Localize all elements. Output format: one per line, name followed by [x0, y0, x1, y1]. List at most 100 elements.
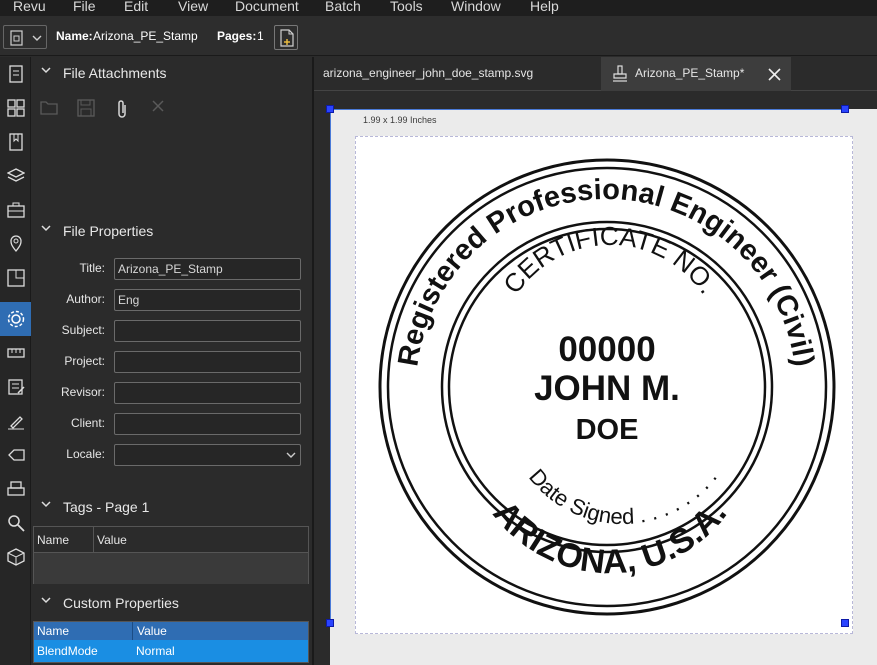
- tab-label: Arizona_PE_Stamp*: [635, 66, 745, 80]
- locale-select[interactable]: [114, 444, 301, 466]
- search-tab[interactable]: [0, 506, 31, 540]
- places-tab[interactable]: [0, 227, 31, 261]
- save-icon[interactable]: [77, 99, 95, 122]
- subject-label: Subject:: [61, 323, 105, 337]
- menu-window[interactable]: Window: [451, 0, 501, 14]
- file-properties-title: File Properties: [63, 223, 154, 239]
- tab-svg-file[interactable]: arizona_engineer_john_doe_stamp.svg: [314, 57, 600, 91]
- chevron-down-icon: [41, 67, 51, 74]
- menu-document[interactable]: Document: [235, 0, 299, 14]
- custom-column-value[interactable]: Value: [137, 624, 167, 638]
- author-field[interactable]: Eng: [114, 289, 301, 311]
- grid-tab[interactable]: [0, 91, 31, 125]
- menu-help[interactable]: Help: [530, 0, 559, 14]
- close-icon[interactable]: [151, 99, 165, 118]
- menu-view[interactable]: View: [178, 0, 208, 14]
- location-pin-icon: [9, 235, 22, 253]
- custom-properties-header-row: Name Value: [34, 622, 308, 640]
- stamp-certificate-text: CERTIFICATE NO.: [497, 221, 723, 299]
- title-field[interactable]: Arizona_PE_Stamp: [114, 258, 301, 280]
- dimension-label: 1.99 x 1.99 Inches: [363, 115, 437, 125]
- ruler-icon: [6, 348, 25, 358]
- tags-column-name[interactable]: Name: [37, 533, 69, 547]
- menu-tools[interactable]: Tools: [390, 0, 423, 14]
- selection-border: [330, 109, 331, 623]
- properties-tab[interactable]: [0, 302, 31, 336]
- layers-icon: [6, 168, 25, 182]
- pe-stamp-seal[interactable]: Registered Professional Engineer (Civil)…: [356, 137, 854, 635]
- tags-column-value[interactable]: Value: [97, 533, 127, 547]
- subject-field[interactable]: [114, 320, 301, 342]
- file-attachments-header[interactable]: File Attachments: [31, 57, 314, 87]
- project-label: Project:: [64, 354, 105, 368]
- resize-handle-bottom-left[interactable]: [326, 619, 334, 627]
- resize-handle-top-left[interactable]: [326, 105, 334, 113]
- printer-icon: [6, 481, 25, 496]
- locale-label: Locale:: [66, 447, 105, 461]
- custom-properties-header[interactable]: Custom Properties: [31, 587, 314, 617]
- file-properties-header[interactable]: File Properties: [31, 215, 314, 245]
- spaces-tab[interactable]: [0, 261, 31, 295]
- tags-tab[interactable]: [0, 438, 31, 472]
- page-canvas[interactable]: 1.99 x 1.99 Inches Registered Profession…: [330, 109, 877, 665]
- client-field[interactable]: [114, 413, 301, 435]
- bookmarks-tab[interactable]: [0, 125, 31, 159]
- tags-table-body: [34, 553, 308, 584]
- pages-label: Pages:: [217, 29, 257, 43]
- toolbox-icon: [6, 202, 25, 218]
- resize-handle-top-right[interactable]: [841, 105, 849, 113]
- tags-table: Name Value: [33, 526, 309, 584]
- thumbnails-icon: [8, 65, 23, 83]
- chevron-down-icon: [286, 452, 296, 458]
- column-divider: [132, 622, 133, 640]
- bookmark-icon: [8, 133, 23, 151]
- signatures-tab[interactable]: [0, 404, 31, 438]
- search-icon: [7, 515, 25, 532]
- tag-icon: [7, 449, 25, 461]
- custom-properties-title: Custom Properties: [63, 595, 179, 611]
- menu-edit[interactable]: Edit: [124, 0, 148, 14]
- grid-icon: [6, 99, 25, 117]
- tab-label: arizona_engineer_john_doe_stamp.svg: [323, 66, 534, 80]
- markups-tab[interactable]: [0, 370, 31, 404]
- document-toolbar: Name: Arizona_PE_Stamp Pages: 1: [0, 16, 877, 56]
- stamp-first-name: JOHN M.: [534, 369, 680, 408]
- tags-title: Tags - Page 1: [63, 499, 150, 515]
- pen-icon: [7, 416, 24, 430]
- project-field[interactable]: [114, 351, 301, 373]
- open-folder-icon[interactable]: [40, 99, 58, 120]
- resize-handle-bottom-right[interactable]: [841, 619, 849, 627]
- left-icon-bar: [0, 57, 31, 665]
- tags-table-header: Name Value: [34, 527, 308, 553]
- layers-tab[interactable]: [0, 159, 31, 193]
- paperclip-icon[interactable]: [115, 99, 129, 124]
- stamp-sheet[interactable]: Registered Professional Engineer (Civil)…: [355, 136, 853, 634]
- name-value: Arizona_PE_Stamp: [93, 29, 198, 43]
- author-label: Author:: [66, 292, 105, 306]
- custom-property-row[interactable]: BlendMode Normal: [34, 640, 308, 662]
- chevron-down-icon: [41, 225, 51, 232]
- revisor-field[interactable]: [114, 382, 301, 404]
- title-label: Title:: [79, 261, 105, 275]
- menu-file[interactable]: File: [73, 0, 96, 14]
- cube-icon: [6, 548, 25, 566]
- custom-property-value[interactable]: Normal: [136, 644, 175, 658]
- menu-revu[interactable]: Revu: [13, 0, 46, 14]
- measurements-tab[interactable]: [0, 336, 31, 370]
- toolchest-tab[interactable]: [0, 193, 31, 227]
- stamp-number: 00000: [558, 330, 655, 369]
- document-viewport[interactable]: 1.99 x 1.99 Inches Registered Profession…: [314, 91, 877, 665]
- tab-arizona-pe-stamp[interactable]: Arizona_PE_Stamp*: [601, 57, 791, 91]
- thumbnails-tab[interactable]: [0, 57, 31, 91]
- 3d-tab[interactable]: [0, 540, 31, 574]
- custom-column-name[interactable]: Name: [37, 624, 69, 638]
- revisor-label: Revisor:: [60, 385, 105, 399]
- tags-header[interactable]: Tags - Page 1: [31, 491, 314, 521]
- menu-bar: Revu File Edit View Document Batch Tools…: [0, 0, 877, 16]
- close-icon[interactable]: [768, 68, 781, 81]
- document-menu-button[interactable]: [3, 25, 47, 49]
- stamps-tab[interactable]: [0, 472, 31, 506]
- menu-batch[interactable]: Batch: [325, 0, 361, 14]
- properties-panel: File Attachments File Properties Title: …: [31, 57, 314, 665]
- add-page-button[interactable]: [274, 25, 298, 50]
